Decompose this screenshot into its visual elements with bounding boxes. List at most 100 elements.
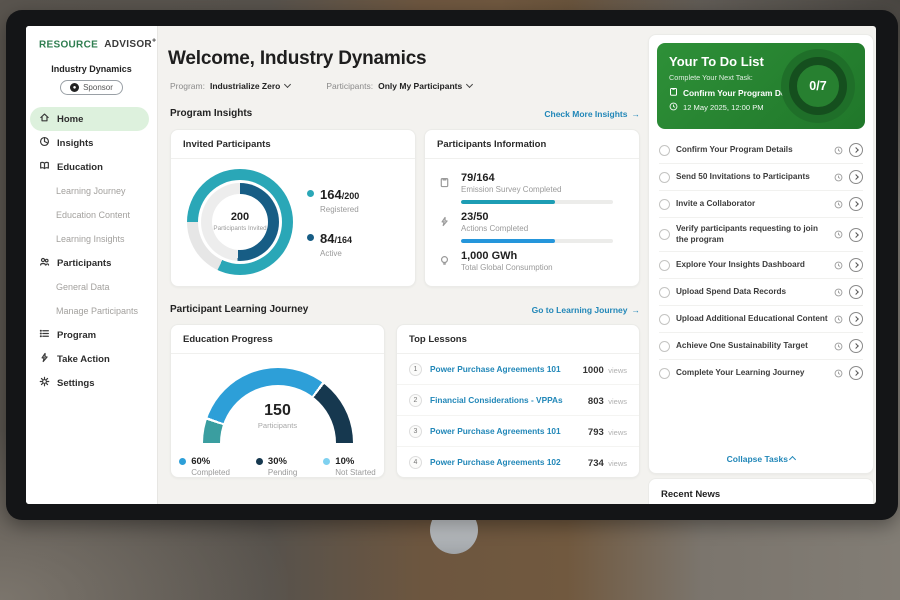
todo-task-row[interactable]: Explore Your Insights Dashboard (659, 252, 863, 279)
sidebar-item-insights[interactable]: Insights (26, 131, 157, 155)
chevron-right-icon[interactable] (849, 197, 863, 211)
lesson-row: 1 Power Purchase Agreements 101 1000 vie… (397, 354, 639, 385)
chevron-down-icon (466, 81, 473, 88)
settings-icon (39, 376, 50, 390)
task-checkbox[interactable] (659, 314, 670, 325)
sidebar-item-label: Settings (57, 378, 94, 389)
program-icon (39, 328, 50, 342)
metric-value: 79/164 (461, 172, 613, 184)
sidebar-item-education[interactable]: Education (26, 155, 157, 179)
sidebar-item-general-data[interactable]: General Data (26, 275, 157, 299)
participants-select[interactable]: Participants: Only My Participants (326, 81, 472, 91)
education-icon (39, 160, 50, 174)
program-select-label: Program: (170, 81, 205, 91)
sidebar-item-label: General Data (56, 282, 110, 292)
todo-task-row[interactable]: Invite a Collaborator (659, 191, 863, 218)
metric-value: 23/50 (461, 211, 613, 223)
sidebar-item-take-action[interactable]: Take Action (26, 347, 157, 371)
chevron-right-icon[interactable] (849, 339, 863, 353)
sidebar-item-home[interactable]: Home (30, 107, 149, 131)
sidebar-item-learning-insights[interactable]: Learning Insights (26, 227, 157, 251)
chevron-right-icon[interactable] (849, 366, 863, 380)
top-lessons-card: Top Lessons 1 Power Purchase Agreements … (396, 324, 640, 478)
todo-task-row[interactable]: Confirm Your Program Details (659, 137, 863, 164)
metric-progress-bar (461, 200, 613, 204)
task-checkbox[interactable] (659, 145, 670, 156)
sidebar-nav: Home InsightsEducationLearning JourneyEdu… (26, 107, 157, 395)
participants-select-label: Participants: (326, 81, 373, 91)
chevron-right-icon[interactable] (849, 143, 863, 157)
chevron-right-icon[interactable] (849, 170, 863, 184)
chevron-right-icon[interactable] (849, 258, 863, 272)
task-checkbox[interactable] (659, 341, 670, 352)
lesson-link[interactable]: Power Purchase Agreements 101 (430, 426, 588, 436)
collapse-tasks-link[interactable]: Collapse Tasks (649, 447, 873, 473)
todo-task-row[interactable]: Complete Your Learning Journey (659, 360, 863, 386)
program-select[interactable]: Program: Industrialize Zero (170, 81, 290, 91)
participants-select-value: Only My Participants (378, 81, 462, 91)
education-progress-title: Education Progress (171, 325, 384, 354)
check-more-insights-link[interactable]: Check More Insights → (544, 109, 640, 119)
sidebar-item-settings[interactable]: Settings (26, 371, 157, 395)
sponsor-medal-icon: ● (70, 83, 79, 92)
metrics-list: 79/164 Emission Survey Completed 23/50 A… (425, 159, 639, 272)
sidebar-item-education-content[interactable]: Education Content (26, 203, 157, 227)
invited-participants-card: Invited Participants 200 Participants In… (170, 129, 416, 287)
task-checkbox[interactable] (659, 229, 670, 240)
metric-label: Emission Survey Completed (461, 185, 613, 194)
lesson-rank: 4 (409, 456, 422, 469)
sidebar-item-program[interactable]: Program (26, 323, 157, 347)
sidebar-item-learning-journey[interactable]: Learning Journey (26, 179, 157, 203)
gauge-center-value: 150 (264, 402, 291, 419)
task-checkbox[interactable] (659, 368, 670, 379)
clock-icon (834, 261, 843, 270)
clock-icon (669, 102, 678, 113)
program-insights-header: Program Insights Check More Insights → (170, 108, 640, 119)
todo-task-row[interactable]: Upload Spend Data Records (659, 279, 863, 306)
task-checkbox[interactable] (659, 199, 670, 210)
lesson-link[interactable]: Financial Considerations - VPPAs (430, 395, 588, 405)
todo-summary-card: Your To Do List Complete Your Next Task:… (657, 43, 865, 129)
lesson-rank: 3 (409, 425, 422, 438)
sidebar-item-label: Home (57, 114, 83, 125)
chevron-right-icon[interactable] (849, 285, 863, 299)
todo-task-row[interactable]: Achieve One Sustainability Target (659, 333, 863, 360)
gauge-legend-item: 10%Not Started (323, 456, 375, 477)
actions-icon (439, 211, 452, 243)
task-checkbox[interactable] (659, 287, 670, 298)
program-select-value: Industrialize Zero (210, 81, 280, 91)
recent-news-card: Recent News (648, 478, 874, 504)
invited-participants-title: Invited Participants (171, 130, 415, 159)
program-insights-heading: Program Insights (170, 108, 252, 119)
arrow-right-icon: → (632, 305, 641, 315)
todo-task-row[interactable]: Verify participants requesting to join t… (659, 218, 863, 252)
org-name: Industry Dynamics (26, 64, 157, 74)
participants-icon (39, 256, 50, 270)
lesson-row: 3 Power Purchase Agreements 101 793 view… (397, 416, 639, 447)
sidebar-item-participants[interactable]: Participants (26, 251, 157, 275)
chevron-right-icon[interactable] (849, 228, 863, 242)
task-label: Send 50 Invitations to Participants (676, 172, 828, 183)
metric-value: 1,000 GWh (461, 250, 553, 262)
legend-dot (307, 190, 314, 197)
clock-icon (834, 369, 843, 378)
lesson-link[interactable]: Power Purchase Agreements 101 (430, 364, 583, 374)
chevron-right-icon[interactable] (849, 312, 863, 326)
learning-journey-heading: Participant Learning Journey (170, 304, 308, 315)
go-to-learning-journey-link[interactable]: Go to Learning Journey → (532, 305, 640, 315)
todo-task-row[interactable]: Upload Additional Educational Content (659, 306, 863, 333)
clock-icon (834, 288, 843, 297)
logo-secondary: ADVISOR+ (101, 39, 156, 50)
legend-dot (307, 234, 314, 241)
task-checkbox[interactable] (659, 172, 670, 183)
task-label: Confirm Your Program Details (676, 145, 828, 156)
take-action-icon (39, 352, 50, 366)
todo-task-row[interactable]: Send 50 Invitations to Participants (659, 164, 863, 191)
task-label: Invite a Collaborator (676, 199, 828, 210)
donut-center-value: 200 (231, 211, 249, 223)
sidebar-item-manage-participants[interactable]: Manage Participants (26, 299, 157, 323)
dashboard-screen: RESOURCE ADVISOR+ Industry Dynamics ● Sp… (26, 26, 876, 504)
arrow-right-icon: → (632, 109, 641, 119)
lesson-link[interactable]: Power Purchase Agreements 102 (430, 457, 588, 467)
task-checkbox[interactable] (659, 260, 670, 271)
